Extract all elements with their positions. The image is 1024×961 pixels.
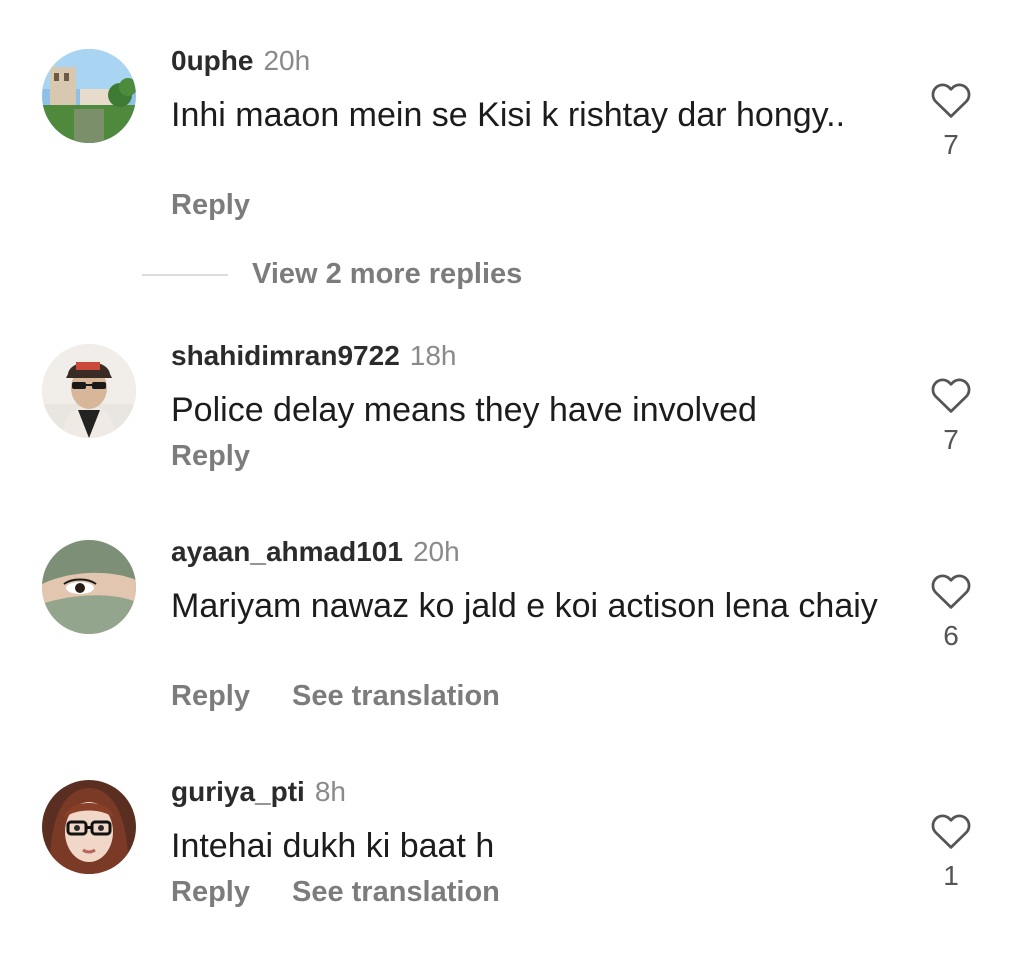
comment-meta: shahidimran9722 18h: [171, 340, 457, 376]
comment-actions: Reply: [171, 440, 292, 473]
like-control[interactable]: 7: [928, 376, 974, 456]
username[interactable]: guriya_pti: [171, 776, 305, 808]
username[interactable]: ayaan_ahmad101: [171, 536, 403, 568]
reply-button[interactable]: Reply: [171, 876, 250, 909]
like-count: 7: [943, 129, 959, 160]
timestamp: 20h: [412, 536, 460, 567]
replies-divider: [142, 273, 228, 276]
man-cap-sunglasses-avatar-image: [42, 344, 136, 438]
building-garden-avatar-image: [42, 49, 136, 143]
avatar[interactable]: [42, 344, 136, 438]
like-count: 7: [943, 424, 959, 455]
see-translation-button[interactable]: See translation: [292, 680, 500, 713]
comment-text: Inhi maaon mein se Kisi k rishtay dar ho…: [171, 96, 846, 134]
comment-actions: Reply See translation: [171, 876, 542, 909]
reply-button[interactable]: Reply: [171, 680, 250, 713]
view-more-replies[interactable]: View 2 more replies: [142, 258, 522, 291]
comment-meta: guriya_pti 8h: [171, 776, 346, 812]
avatar[interactable]: [42, 49, 136, 143]
timestamp: 8h: [314, 776, 346, 807]
comment-actions: Reply See translation: [171, 680, 542, 713]
username[interactable]: 0uphe: [171, 45, 253, 77]
avatar[interactable]: [42, 540, 136, 634]
reply-button[interactable]: Reply: [171, 440, 250, 473]
avatar[interactable]: [42, 780, 136, 874]
comment-actions: Reply: [171, 189, 292, 222]
comment-text: Police delay means they have involved: [171, 391, 757, 429]
see-translation-button[interactable]: See translation: [292, 876, 500, 909]
view-more-replies-label[interactable]: View 2 more replies: [252, 258, 522, 291]
username[interactable]: shahidimran9722: [171, 340, 400, 372]
timestamp: 20h: [263, 45, 311, 76]
like-control[interactable]: 1: [928, 812, 974, 892]
like-control[interactable]: 6: [928, 572, 974, 652]
veiled-eyes-avatar-image: [42, 540, 136, 634]
comment-meta: ayaan_ahmad101 20h: [171, 536, 460, 572]
like-control[interactable]: 7: [928, 81, 974, 161]
like-count: 1: [943, 860, 959, 891]
heart-outline-icon[interactable]: [930, 572, 972, 610]
like-count: 6: [943, 620, 959, 651]
comment-text: Mariyam nawaz ko jald e koi actison lena…: [171, 587, 878, 625]
reply-button[interactable]: Reply: [171, 189, 250, 222]
comment-meta: 0uphe 20h: [171, 45, 310, 81]
doll-glasses-avatar-image: [42, 780, 136, 874]
heart-outline-icon[interactable]: [930, 812, 972, 850]
heart-outline-icon[interactable]: [930, 81, 972, 119]
heart-outline-icon[interactable]: [930, 376, 972, 414]
timestamp: 18h: [409, 340, 457, 371]
comment-text: Intehai dukh ki baat h: [171, 827, 495, 865]
